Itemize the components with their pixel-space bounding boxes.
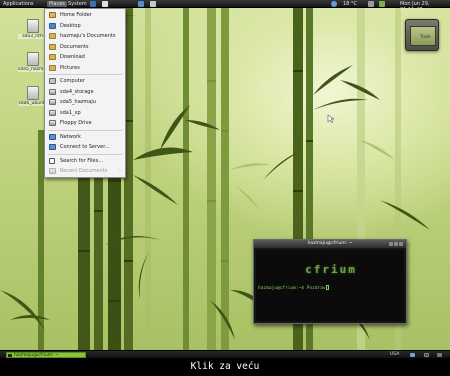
menu-item-label: sda4_storage bbox=[60, 88, 94, 95]
battery-icon[interactable] bbox=[379, 1, 385, 7]
menu-item-label: sda1_xp bbox=[60, 109, 81, 116]
window-controls bbox=[388, 242, 403, 250]
menu-item-sda4-storage[interactable]: sda4_storage bbox=[45, 87, 125, 98]
menu-item-search-for-files[interactable]: Search for Files... bbox=[45, 156, 125, 167]
menu-item-connect-to-server[interactable]: Connect to Server... bbox=[45, 142, 125, 153]
menu-item-label: Recent Documents bbox=[60, 168, 108, 174]
applications-menu[interactable]: Applications bbox=[3, 1, 34, 7]
menu-item-documents[interactable]: Documents bbox=[45, 42, 125, 53]
places-dropdown: Home Folder Desktop hazmaju's Documents … bbox=[44, 8, 126, 178]
server-icon bbox=[49, 144, 56, 150]
menu-item-label: Network bbox=[60, 133, 81, 140]
menu-separator bbox=[48, 74, 122, 75]
chevron-right-icon: › bbox=[119, 168, 121, 174]
drive-icon bbox=[27, 19, 39, 33]
workspace-2-icon[interactable] bbox=[424, 353, 429, 357]
top-panel: Applications Places System 18 °C Mon Jun… bbox=[0, 0, 450, 13]
menu-item-hazmaju-documents[interactable]: hazmaju's Documents bbox=[45, 31, 125, 42]
browser-launcher-icon[interactable] bbox=[90, 1, 96, 7]
minimize-icon[interactable] bbox=[389, 242, 393, 246]
terminal-icon bbox=[8, 354, 12, 357]
drive-icon bbox=[27, 86, 39, 100]
menu-item-label: Pictures bbox=[60, 64, 80, 71]
computer-icon bbox=[49, 78, 56, 84]
file-manager-launcher-icon[interactable] bbox=[138, 1, 144, 7]
menu-item-label: Documents bbox=[60, 43, 89, 50]
taskbar-label: hazmaju@cfrium: ~ bbox=[14, 353, 59, 358]
menu-separator bbox=[48, 129, 122, 131]
folder-icon bbox=[49, 43, 56, 50]
network-status-icon[interactable] bbox=[331, 1, 337, 7]
taskbar-button-terminal[interactable]: hazmaju@cfrium: ~ bbox=[6, 352, 86, 358]
floppy-icon bbox=[49, 120, 56, 126]
menu-item-network[interactable]: Network bbox=[45, 132, 125, 143]
bottom-panel: hazmaju@cfrium: ~ USA bbox=[0, 350, 450, 358]
home-icon bbox=[49, 12, 56, 18]
menu-item-label: Search for Files... bbox=[60, 157, 103, 164]
menu-item-pictures[interactable]: Pictures bbox=[45, 63, 125, 74]
caption-link[interactable]: Klik za veću bbox=[0, 358, 450, 376]
drive-icon bbox=[49, 88, 56, 95]
terminal-title: hazmaju@cfrium: ~ bbox=[307, 241, 353, 246]
menu-item-label: Computer bbox=[60, 78, 85, 84]
maximize-icon[interactable] bbox=[394, 242, 398, 246]
terminal-window[interactable]: hazmaju@cfrium: ~ cfrium hazmaju@cfrium:… bbox=[253, 239, 407, 324]
terminal-titlebar[interactable]: hazmaju@cfrium: ~ bbox=[254, 240, 406, 248]
drive-icon bbox=[49, 109, 56, 116]
menu-item-recent-documents[interactable]: Recent Documents › bbox=[45, 166, 125, 177]
menu-item-label: Floppy Drive bbox=[60, 120, 92, 126]
menu-item-floppy-drive[interactable]: Floppy Drive bbox=[45, 118, 125, 129]
menu-item-sda5-hazmaju[interactable]: sda5_hazmaju bbox=[45, 97, 125, 108]
volume-icon[interactable] bbox=[368, 1, 374, 7]
weather-readout[interactable]: 18 °C bbox=[343, 1, 357, 7]
terminal-ascii-art: cfrium bbox=[260, 257, 402, 283]
search-icon bbox=[49, 157, 55, 164]
trash-panel-icon[interactable] bbox=[437, 353, 442, 357]
text-editor-launcher-icon[interactable] bbox=[150, 1, 156, 7]
folder-icon bbox=[49, 54, 56, 60]
terminal-command: hazmaju@cfrium:~$ Pozdrav bbox=[258, 286, 326, 291]
menu-item-label: Connect to Server... bbox=[60, 144, 110, 150]
trash-widget[interactable]: Trash bbox=[405, 19, 439, 51]
menu-item-label: Download bbox=[60, 54, 85, 60]
folder-icon bbox=[49, 64, 56, 71]
menu-item-home-folder[interactable]: Home Folder bbox=[45, 10, 125, 21]
close-icon[interactable] bbox=[399, 242, 403, 246]
folder-icon bbox=[49, 33, 56, 39]
trash-label: Trash bbox=[420, 34, 431, 39]
menu-item-label: sda5_hazmaju bbox=[60, 99, 96, 105]
clock[interactable]: Mon Jun 29, 01:11:47 bbox=[400, 1, 450, 13]
menu-item-computer[interactable]: Computer bbox=[45, 76, 125, 87]
drive-icon bbox=[49, 99, 56, 105]
network-icon bbox=[49, 133, 56, 140]
menu-separator bbox=[48, 153, 122, 155]
recent-documents-icon bbox=[49, 168, 56, 174]
places-menu-button[interactable]: Places bbox=[47, 1, 67, 7]
menu-item-label: Desktop bbox=[60, 22, 81, 29]
menu-item-label: Home Folder bbox=[60, 12, 92, 18]
keyboard-layout[interactable]: USA bbox=[390, 352, 399, 358]
system-menu[interactable]: System bbox=[68, 1, 87, 7]
cursor-block bbox=[325, 285, 329, 290]
drive-icon bbox=[27, 52, 39, 66]
desktop-icon bbox=[49, 22, 56, 29]
workspace-switcher-icon[interactable] bbox=[410, 353, 415, 357]
terminal-launcher-icon[interactable] bbox=[102, 1, 108, 7]
terminal-body[interactable]: cfrium hazmaju@cfrium:~$ Pozdrav bbox=[256, 250, 404, 321]
terminal-prompt: hazmaju@cfrium:~$ Pozdrav bbox=[258, 285, 329, 291]
menu-item-desktop[interactable]: Desktop bbox=[45, 21, 125, 32]
menu-item-download[interactable]: Download bbox=[45, 52, 125, 63]
menu-item-sda1-xp[interactable]: sda1_xp bbox=[45, 108, 125, 119]
menu-item-label: hazmaju's Documents bbox=[60, 33, 116, 39]
